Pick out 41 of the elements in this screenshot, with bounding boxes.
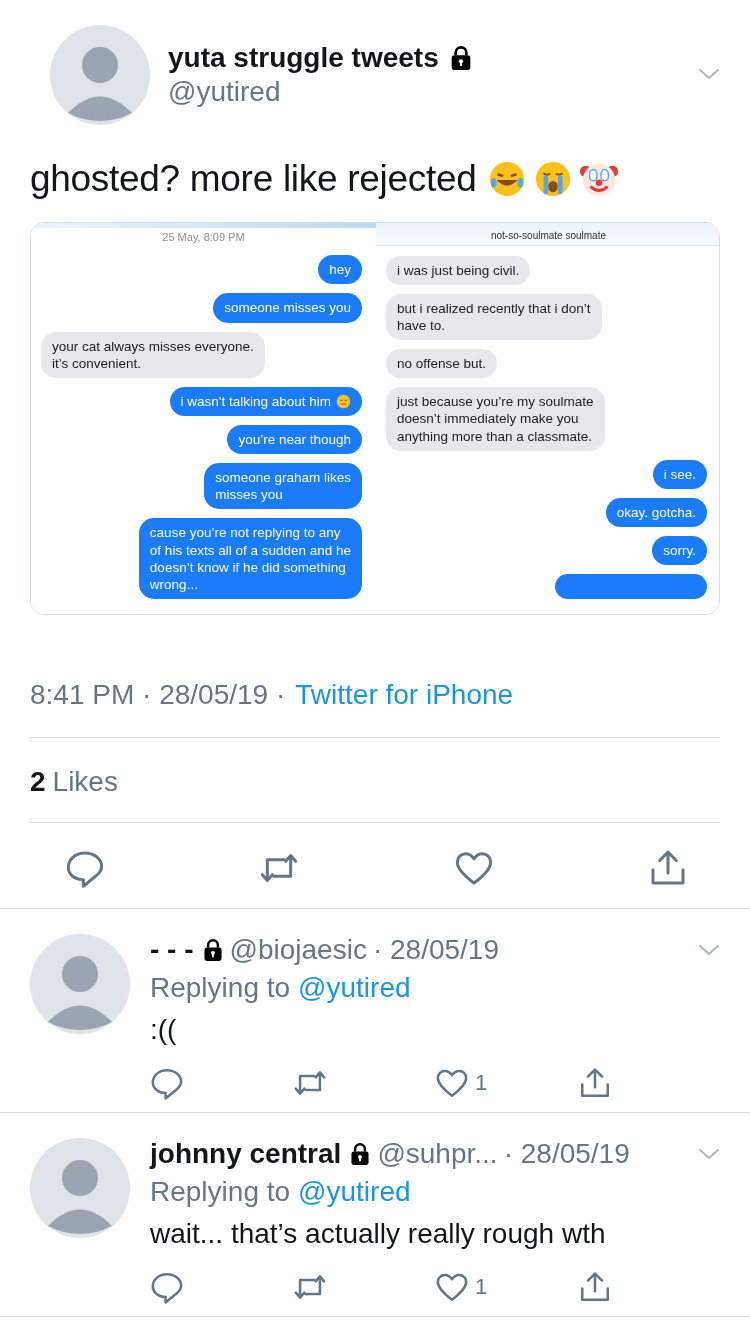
source-link[interactable]: Twitter for iPhone [295,679,514,711]
like-count: 1 [475,1274,488,1300]
reply-text: wait... that’s actually really rough wth [150,1218,607,1250]
message-bubble: someone graham likes misses you [204,463,362,510]
message-bubble: you’re near though [227,425,362,455]
message-bubble: cause you’re not replying to any of his texts all of a sudden and he doesn’t know if he did something wrong... [138,518,362,599]
reply-date: · 28/05/19 [503,1138,630,1170]
replying-label: Replying to [150,972,291,1004]
message-bubble: i see. [652,459,707,489]
laughing-face-icon [488,160,527,198]
like-count: 1 [475,1070,488,1096]
author-handle: @yutired [168,76,282,108]
reply-date: · 28/05/19 [372,934,499,966]
message-bubble: okay. gotcha. [605,497,707,528]
likes-label[interactable]: Likes [52,766,118,798]
timestamp: 8:41 PM · 28/05/19 · [30,679,286,711]
author-handle: @biojaesic [229,934,367,966]
author-name: johnny central [150,1138,342,1170]
message-bubble: hey [318,255,362,285]
message-bubble: but i realized recently that i don’t have to. [386,293,602,341]
reply-icon[interactable] [150,1270,184,1304]
mention-link[interactable]: @yutired [298,1176,411,1208]
crying-face-icon [534,160,573,198]
message-bubble: sorry. [652,536,707,566]
reply-icon[interactable] [150,1066,184,1100]
message-bubble: someone misses you [213,293,362,323]
likes-count: 2 [30,766,46,798]
message-bubble: your cat always misses everyone. it’s convenient. [41,331,265,378]
author-name: - - - [150,934,194,966]
reply-text: :(( [150,1014,178,1046]
message-bubble: no offense but. [386,349,498,379]
tweet-text: ghosted? more like rejected [30,158,477,200]
contact-name: not-so-soulmate soulmate [490,229,607,241]
message-bubble: just because you’re my soulmate doesn’t immediately make you anything more than a classmate. [386,387,605,451]
mention-link[interactable]: @yutired [298,972,411,1004]
author-name: yuta struggle tweets [168,42,439,74]
message-bubble: i wasn't talking about him [169,386,362,416]
message-bubble: i was just being civil. [386,255,531,285]
replying-label: Replying to [150,1176,291,1208]
author-handle: @suhpr... [377,1138,498,1170]
chat-date: 25 May, 8:09 PM [161,231,246,244]
